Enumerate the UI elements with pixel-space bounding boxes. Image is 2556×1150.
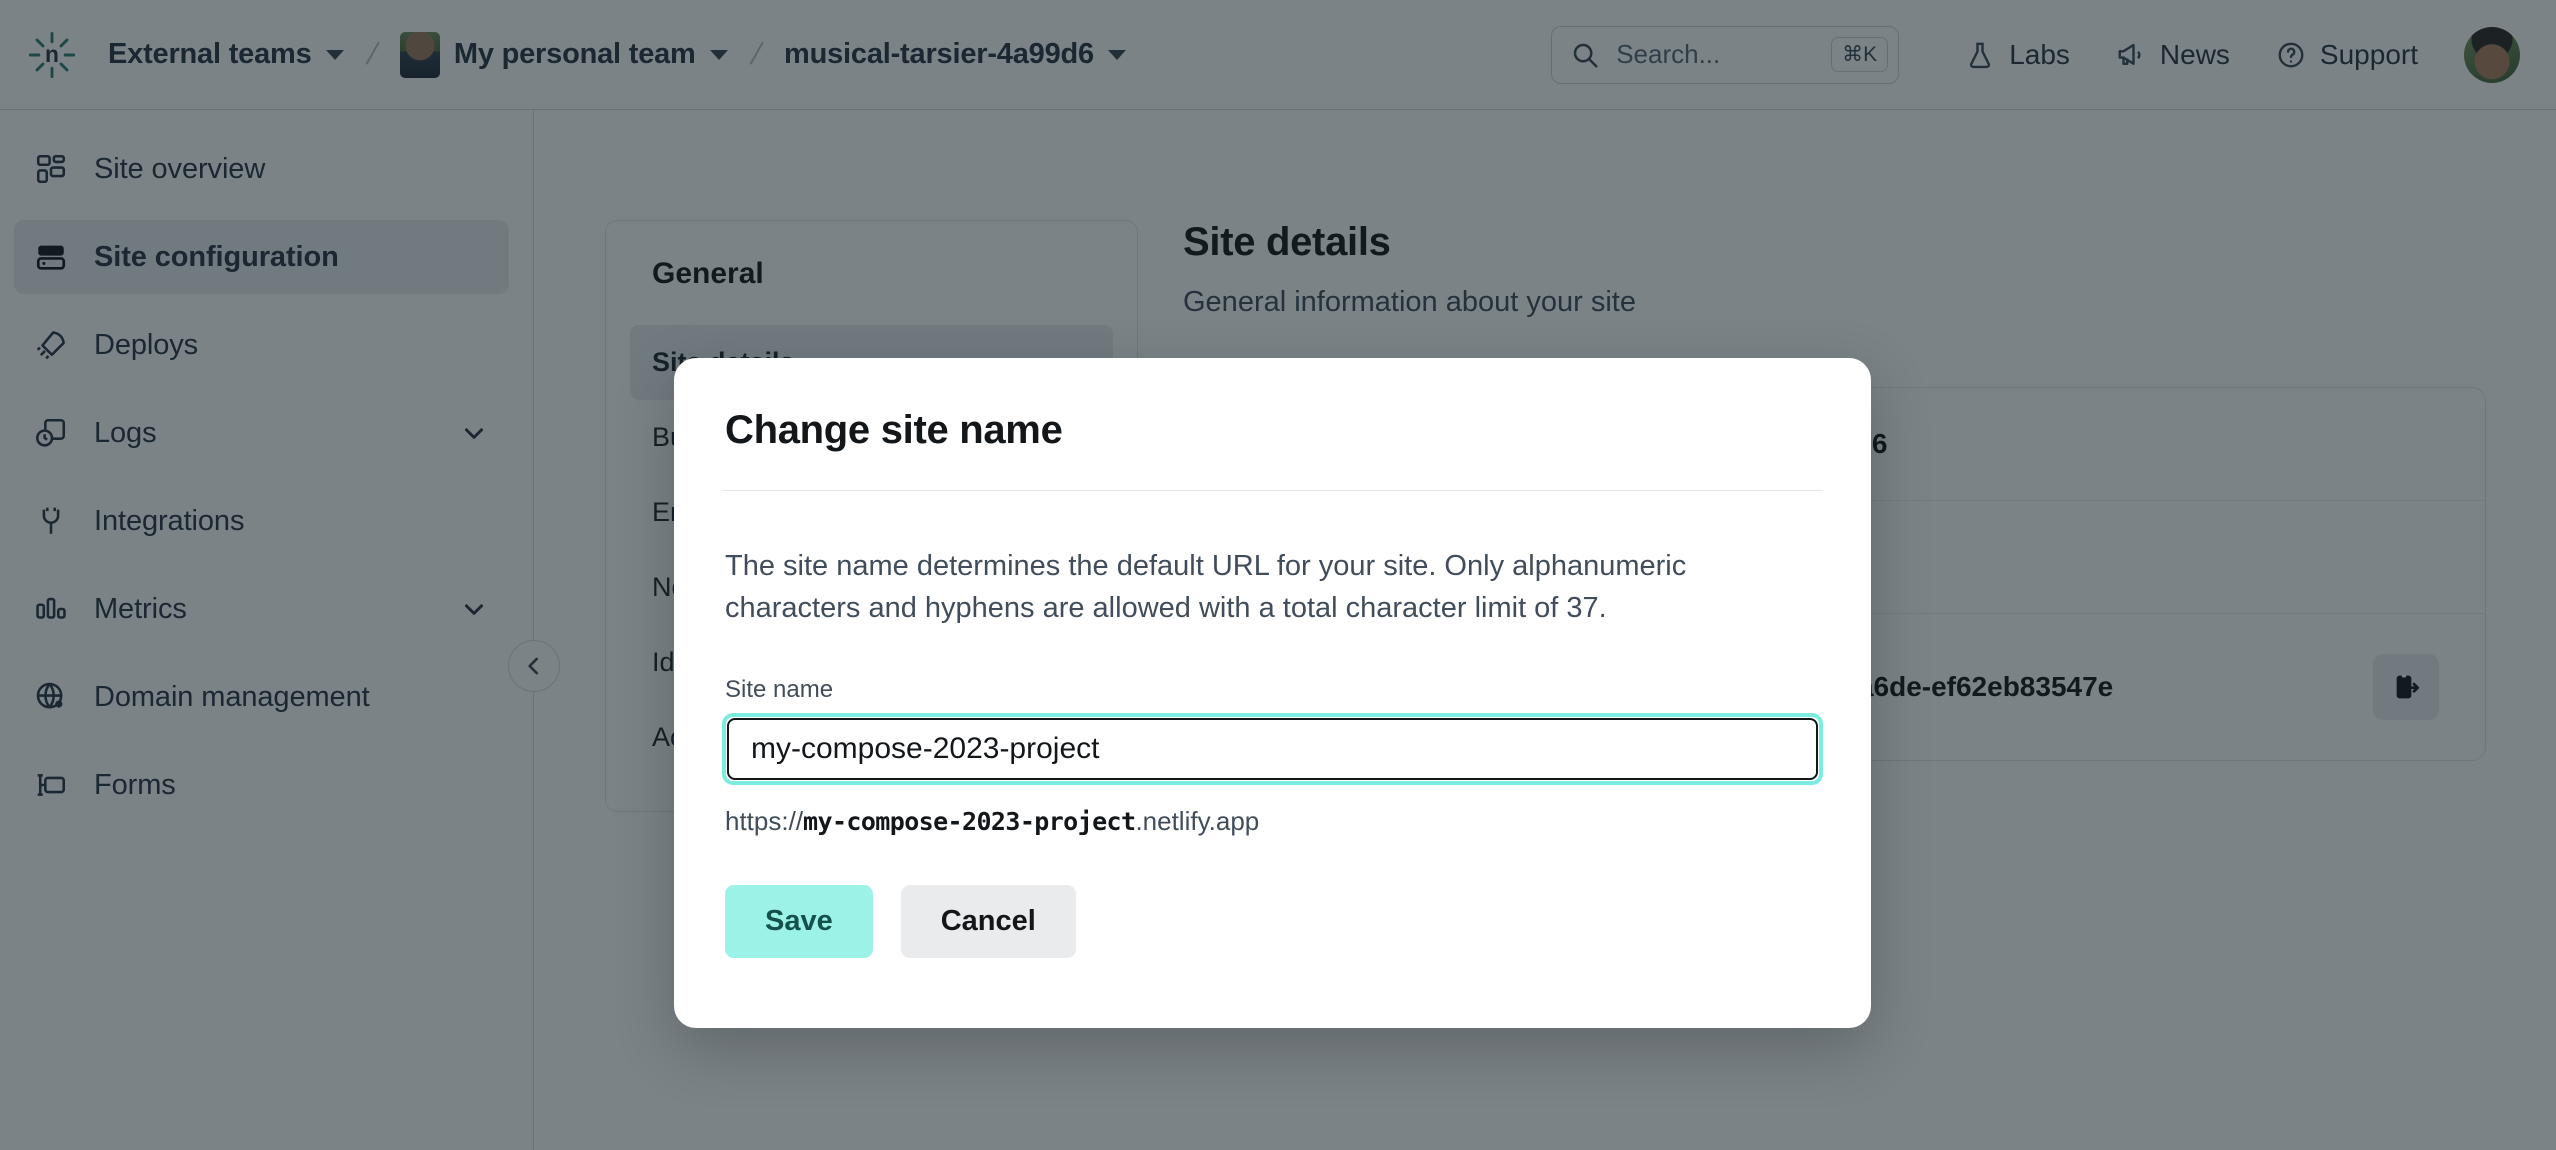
chevron-down-icon[interactable] — [459, 418, 489, 448]
chevron-left-icon — [521, 653, 547, 679]
change-site-name-dialog: Change site name The site name determine… — [674, 358, 1871, 1028]
top-navigation-bar: n External teams / My personal team / mu… — [0, 0, 2556, 110]
site-name-field-focus-ring — [722, 713, 1823, 785]
svg-text:n: n — [45, 41, 59, 67]
search-input[interactable]: Search... ⌘K — [1551, 26, 1899, 84]
sidebar-item-label: Site overview — [94, 153, 265, 186]
dialog-title: Change site name — [722, 408, 1823, 453]
server-icon — [34, 240, 68, 274]
question-circle-icon — [2276, 40, 2306, 70]
chevron-down-icon[interactable] — [459, 594, 489, 624]
breadcrumb-label: My personal team — [454, 38, 696, 71]
sidebar-item-label: Deploys — [94, 329, 198, 362]
sidebar-item-site-overview[interactable]: Site overview — [14, 132, 509, 206]
forms-icon — [34, 768, 68, 802]
dialog-divider — [722, 490, 1823, 491]
megaphone-icon — [2116, 40, 2146, 70]
breadcrumb-item-site[interactable]: musical-tarsier-4a99d6 — [770, 29, 1140, 80]
sidebar-item-label: Domain management — [94, 681, 370, 714]
sidebar-item-site-configuration[interactable]: Site configuration — [14, 220, 509, 294]
sidebar-item-label: Site configuration — [94, 241, 339, 274]
sidebar-item-label: Forms — [94, 769, 176, 802]
breadcrumb-separator: / — [363, 38, 381, 72]
search-icon — [1570, 40, 1600, 70]
url-prefix: https:// — [725, 806, 803, 836]
top-bar-actions: Search... ⌘K Labs News Support — [1551, 26, 2520, 84]
rocket-icon — [34, 328, 68, 362]
team-avatar — [400, 32, 440, 78]
breadcrumb-item-external-teams[interactable]: External teams — [94, 29, 358, 80]
breadcrumb-label: musical-tarsier-4a99d6 — [784, 38, 1094, 71]
site-name-input[interactable] — [727, 718, 1818, 780]
globe-icon — [34, 680, 68, 714]
sidebar-item-metrics[interactable]: Metrics — [14, 572, 509, 646]
url-suffix: .netlify.app — [1135, 806, 1259, 836]
site-name-field-label: Site name — [722, 676, 1823, 704]
labs-button[interactable]: Labs — [1949, 29, 2086, 81]
breadcrumb-item-my-personal-team[interactable]: My personal team — [386, 23, 742, 87]
page-subtitle: General information about your site — [1183, 286, 2486, 319]
breadcrumb-label: External teams — [108, 38, 312, 71]
site-url-preview: https://my-compose-2023-project.netlify.… — [722, 806, 1823, 837]
dashboard-icon — [34, 152, 68, 186]
flask-icon — [1965, 40, 1995, 70]
breadcrumb: n External teams / My personal team / mu… — [24, 23, 1140, 87]
breadcrumb-separator: / — [747, 38, 765, 72]
sidebar-item-logs[interactable]: Logs — [14, 396, 509, 470]
sidebar-item-label: Logs — [94, 417, 157, 450]
support-label: Support — [2320, 39, 2418, 71]
netlify-logo-icon[interactable]: n — [24, 27, 80, 83]
page-title: Site details — [1183, 220, 2486, 265]
news-button[interactable]: News — [2100, 29, 2246, 81]
sidebar-item-domain-management[interactable]: Domain management — [14, 660, 509, 734]
sidebar-item-forms[interactable]: Forms — [14, 748, 509, 822]
save-button[interactable]: Save — [725, 885, 873, 958]
support-button[interactable]: Support — [2260, 29, 2434, 81]
url-site-name: my-compose-2023-project — [803, 807, 1135, 836]
sidebar-item-integrations[interactable]: Integrations — [14, 484, 509, 558]
sidebar-item-label: Metrics — [94, 593, 187, 626]
chevron-down-icon — [1108, 50, 1126, 60]
avatar[interactable] — [2464, 27, 2520, 83]
labs-label: Labs — [2009, 39, 2070, 71]
sidebar-item-deploys[interactable]: Deploys — [14, 308, 509, 382]
cancel-button[interactable]: Cancel — [901, 885, 1076, 958]
plug-icon — [34, 504, 68, 538]
bar-chart-icon — [34, 592, 68, 626]
dialog-actions: Save Cancel — [722, 885, 1823, 958]
settings-nav-title: General — [630, 257, 1113, 325]
copy-site-id-button[interactable] — [2373, 654, 2439, 720]
sidebar: Site overview Site configuration Deploys — [0, 110, 534, 1150]
sidebar-collapse-button[interactable] — [508, 640, 560, 692]
search-shortcut-badge: ⌘K — [1831, 37, 1888, 72]
clipboard-copy-icon — [2390, 671, 2422, 703]
news-label: News — [2160, 39, 2230, 71]
sidebar-item-label: Integrations — [94, 505, 244, 538]
logs-clock-icon — [34, 416, 68, 450]
chevron-down-icon — [710, 50, 728, 60]
search-placeholder: Search... — [1616, 39, 1815, 70]
dialog-description: The site name determines the default URL… — [722, 546, 1807, 630]
chevron-down-icon — [326, 50, 344, 60]
